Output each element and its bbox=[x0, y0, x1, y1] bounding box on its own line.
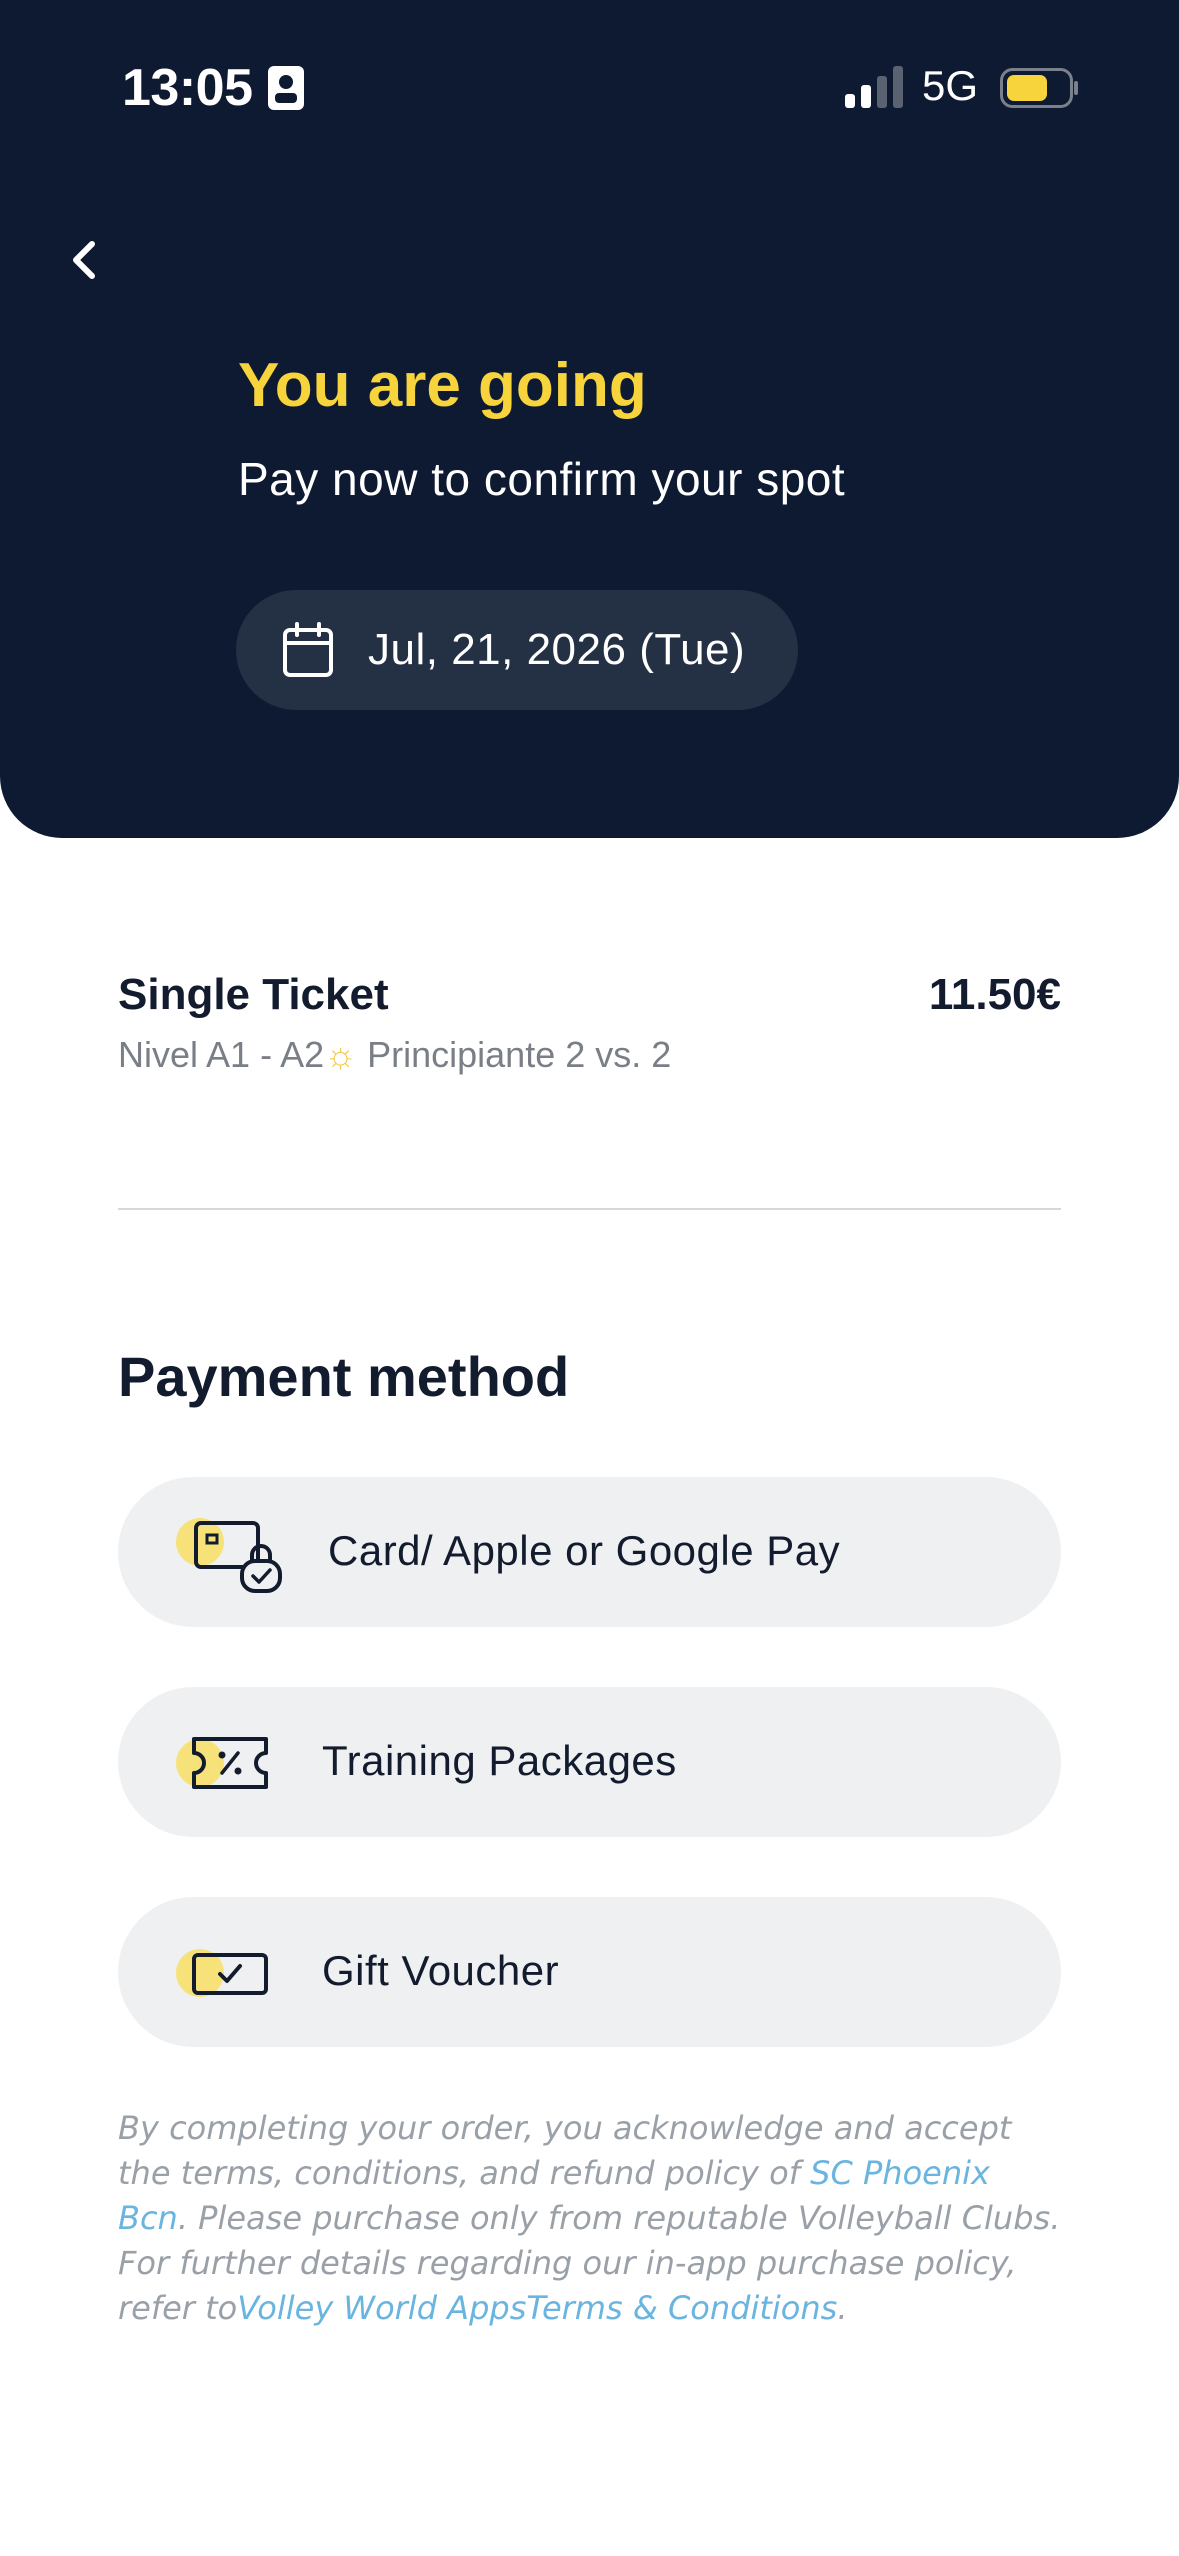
card-lock-icon bbox=[176, 1518, 282, 1593]
ticket-level: Nivel A1 - A2 bbox=[118, 1034, 325, 1075]
legal-disclaimer: By completing your order, you acknowledg… bbox=[118, 2106, 1068, 2331]
page-title: You are going bbox=[238, 351, 647, 420]
chevron-left-icon[interactable] bbox=[60, 230, 110, 290]
voucher-check-icon bbox=[176, 1949, 268, 1997]
date-label: Jul, 21, 2026 (Tue) bbox=[368, 625, 746, 674]
payment-option-packages[interactable]: Training Packages bbox=[118, 1687, 1061, 1837]
status-time: 13:05 bbox=[122, 59, 253, 117]
id-card-icon bbox=[268, 66, 304, 110]
payment-option-label: Training Packages bbox=[322, 1737, 677, 1784]
ticket-category: Principiante 2 vs. 2 bbox=[357, 1034, 672, 1075]
battery-icon bbox=[1000, 68, 1078, 108]
sun-icon: ☼ bbox=[324, 1034, 358, 1075]
page-subtitle: Pay now to confirm your spot bbox=[238, 453, 846, 505]
payment-option-label: Gift Voucher bbox=[322, 1947, 560, 1994]
ticket-name: Single Ticket bbox=[118, 970, 389, 1019]
payment-option-label: Card/ Apple or Google Pay bbox=[328, 1527, 841, 1574]
ticket-description: Nivel A1 - A2☼ Principiante 2 vs. 2 bbox=[118, 1034, 671, 1076]
payment-option-voucher[interactable]: Gift Voucher bbox=[118, 1897, 1061, 2047]
ticket-percent-icon bbox=[176, 1737, 268, 1789]
date-pill: Jul, 21, 2026 (Tue) bbox=[236, 590, 798, 710]
ticket-price: 11.50€ bbox=[928, 970, 1061, 1019]
network-label: 5G bbox=[922, 62, 979, 109]
header: 13:05 5G You are going Pay now to confir… bbox=[0, 0, 1179, 838]
terms-link[interactable]: Volley World AppsTerms & Conditions bbox=[237, 2289, 837, 2327]
divider bbox=[118, 1208, 1061, 1210]
signal-icon bbox=[845, 66, 903, 108]
payment-option-card[interactable]: Card/ Apple or Google Pay bbox=[118, 1477, 1061, 1627]
calendar-icon bbox=[283, 622, 333, 677]
payment-method-title: Payment method bbox=[118, 1345, 570, 1408]
legal-text: . bbox=[837, 2289, 848, 2327]
